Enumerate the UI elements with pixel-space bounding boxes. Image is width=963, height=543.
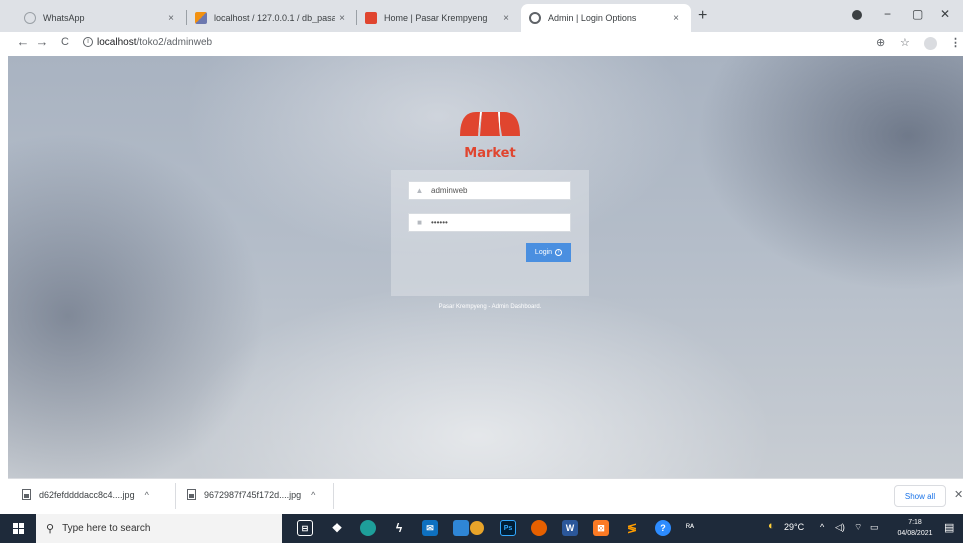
download-divider	[175, 483, 176, 509]
address-bar[interactable]: localhost/toko2/adminweb	[97, 37, 212, 48]
system-clock[interactable]: 7:18 04/08/2021	[894, 517, 936, 539]
firefox-icon[interactable]	[531, 520, 547, 536]
weather-icon: ◐	[768, 520, 775, 532]
minimize-button[interactable]: −	[884, 7, 891, 21]
tab-whatsapp[interactable]: WhatsApp ×	[16, 4, 186, 32]
help-icon[interactable]: ?	[655, 520, 671, 536]
task-view-icon[interactable]: ⊟	[297, 520, 313, 536]
browser-toolbar: ← → C i localhost/toko2/adminweb ⊕ ☆ ⋮	[0, 32, 963, 56]
chevron-up-icon[interactable]: ^	[145, 490, 149, 500]
chrome-icon[interactable]	[470, 521, 484, 535]
tab-strip: WhatsApp × localhost / 127.0.0.1 / db_pa…	[0, 0, 963, 32]
weather-temp[interactable]: 29°C	[784, 522, 804, 532]
url-path: /toko2/adminweb	[136, 37, 213, 48]
volume-icon[interactable]: ◁)	[835, 522, 845, 533]
dashboard-footer: Pasar Krempyeng - Admin Dashboard.	[438, 304, 542, 310]
tab-phpmyadmin[interactable]: localhost / 127.0.0.1 / db_pasar1 ×	[187, 4, 357, 32]
phpmyadmin-icon	[195, 12, 207, 24]
close-downloads-icon[interactable]: ✕	[954, 488, 963, 501]
notification-icon[interactable]: ▤	[944, 521, 954, 534]
zap-icon[interactable]: ϟ	[391, 520, 407, 536]
account-icon[interactable]	[924, 37, 937, 50]
battery-icon[interactable]: ▭	[870, 522, 879, 533]
mail-icon[interactable]: ✉	[422, 520, 438, 536]
show-all-button[interactable]: Show all	[894, 485, 946, 507]
forward-button[interactable]: →	[33, 34, 51, 49]
xampp-icon[interactable]: ⊠	[593, 520, 609, 536]
image-file-icon	[22, 489, 31, 500]
windows-taskbar: ⚲ Type here to search ⊟ ❖ ϟ ✉ Ps W ⊠ ≶ ?…	[0, 514, 963, 543]
maximize-button[interactable]: ▢	[912, 7, 923, 21]
tray-chevron-icon[interactable]: ^	[820, 522, 824, 532]
whatsapp-icon	[24, 12, 36, 24]
photoshop-icon[interactable]: Ps	[500, 520, 516, 536]
file-explorer-icon[interactable]	[453, 520, 469, 536]
search-icon: ⚲	[46, 523, 55, 535]
back-button[interactable]: ←	[14, 34, 32, 49]
market-logo-text: Market	[464, 146, 516, 161]
people-icon[interactable]: ᴿᴬ	[686, 522, 694, 532]
sublime-icon[interactable]: ≶	[624, 520, 640, 536]
download-filename: d62fefddddacc8c4....jpg	[39, 489, 135, 500]
taskbar-search[interactable]: ⚲ Type here to search	[36, 514, 282, 543]
user-icon: ▲	[415, 186, 424, 195]
dropbox-icon[interactable]: ❖	[329, 520, 345, 536]
tab-title: Admin | Login Options	[548, 13, 637, 23]
menu-kebab-icon[interactable]: ⋮	[950, 36, 961, 49]
download-item[interactable]: d62fefddddacc8c4....jpg ^	[22, 489, 149, 500]
chevron-up-icon[interactable]: ^	[311, 490, 315, 500]
tab-title: localhost / 127.0.0.1 / db_pasar1	[214, 13, 335, 23]
screen: WhatsApp × localhost / 127.0.0.1 / db_pa…	[0, 0, 963, 543]
download-divider	[333, 483, 334, 509]
username-field[interactable]: ▲	[408, 181, 571, 200]
reload-button[interactable]: C	[56, 36, 74, 48]
info-icon[interactable]: i	[83, 37, 93, 47]
tab-close-icon[interactable]: ×	[335, 13, 349, 24]
search-placeholder: Type here to search	[62, 523, 151, 534]
globe-icon	[529, 12, 541, 24]
login-form: ▲ ■ Login ›	[391, 170, 589, 296]
store-icon	[365, 12, 377, 24]
download-filename: 9672987f745f172d....jpg	[204, 489, 302, 500]
username-input[interactable]	[431, 186, 561, 195]
login-button[interactable]: Login ›	[526, 243, 571, 262]
clock-time: 7:18	[908, 519, 922, 526]
close-window-button[interactable]: ✕	[940, 7, 950, 21]
download-item[interactable]: 9672987f745f172d....jpg ^	[187, 489, 315, 500]
profile-menu-icon[interactable]	[852, 10, 862, 20]
word-icon[interactable]: W	[562, 520, 578, 536]
lock-icon: ■	[417, 218, 422, 227]
tab-close-icon[interactable]: ×	[499, 13, 513, 24]
edge-icon[interactable]	[360, 520, 376, 536]
password-field[interactable]: ■	[408, 213, 571, 232]
network-icon[interactable]: ⌔	[854, 522, 862, 533]
tab-title: WhatsApp	[43, 13, 85, 23]
tab-close-icon[interactable]: ×	[669, 13, 683, 24]
arrow-circle-icon: ›	[555, 249, 563, 256]
new-tab-button[interactable]: +	[698, 8, 707, 24]
login-page: Market ▲ ■ Login › Pasar Krempyeng - Adm…	[8, 56, 963, 478]
image-file-icon	[187, 489, 196, 500]
clock-date: 04/08/2021	[897, 530, 933, 537]
login-label: Login	[534, 249, 553, 256]
tab-admin-login[interactable]: Admin | Login Options ×	[521, 4, 691, 32]
tab-title: Home | Pasar Krempyeng	[384, 13, 488, 23]
tab-close-icon[interactable]: ×	[164, 13, 178, 24]
bookmark-star-icon[interactable]: ☆	[900, 36, 910, 49]
zoom-icon[interactable]: ⊕	[876, 36, 885, 49]
download-bar: d62fefddddacc8c4....jpg ^ 9672987f745f17…	[8, 478, 963, 514]
windows-start-icon[interactable]	[13, 523, 24, 534]
password-input[interactable]	[431, 218, 561, 227]
tab-home-pasar[interactable]: Home | Pasar Krempyeng ×	[357, 4, 521, 32]
url-host: localhost	[97, 37, 137, 48]
